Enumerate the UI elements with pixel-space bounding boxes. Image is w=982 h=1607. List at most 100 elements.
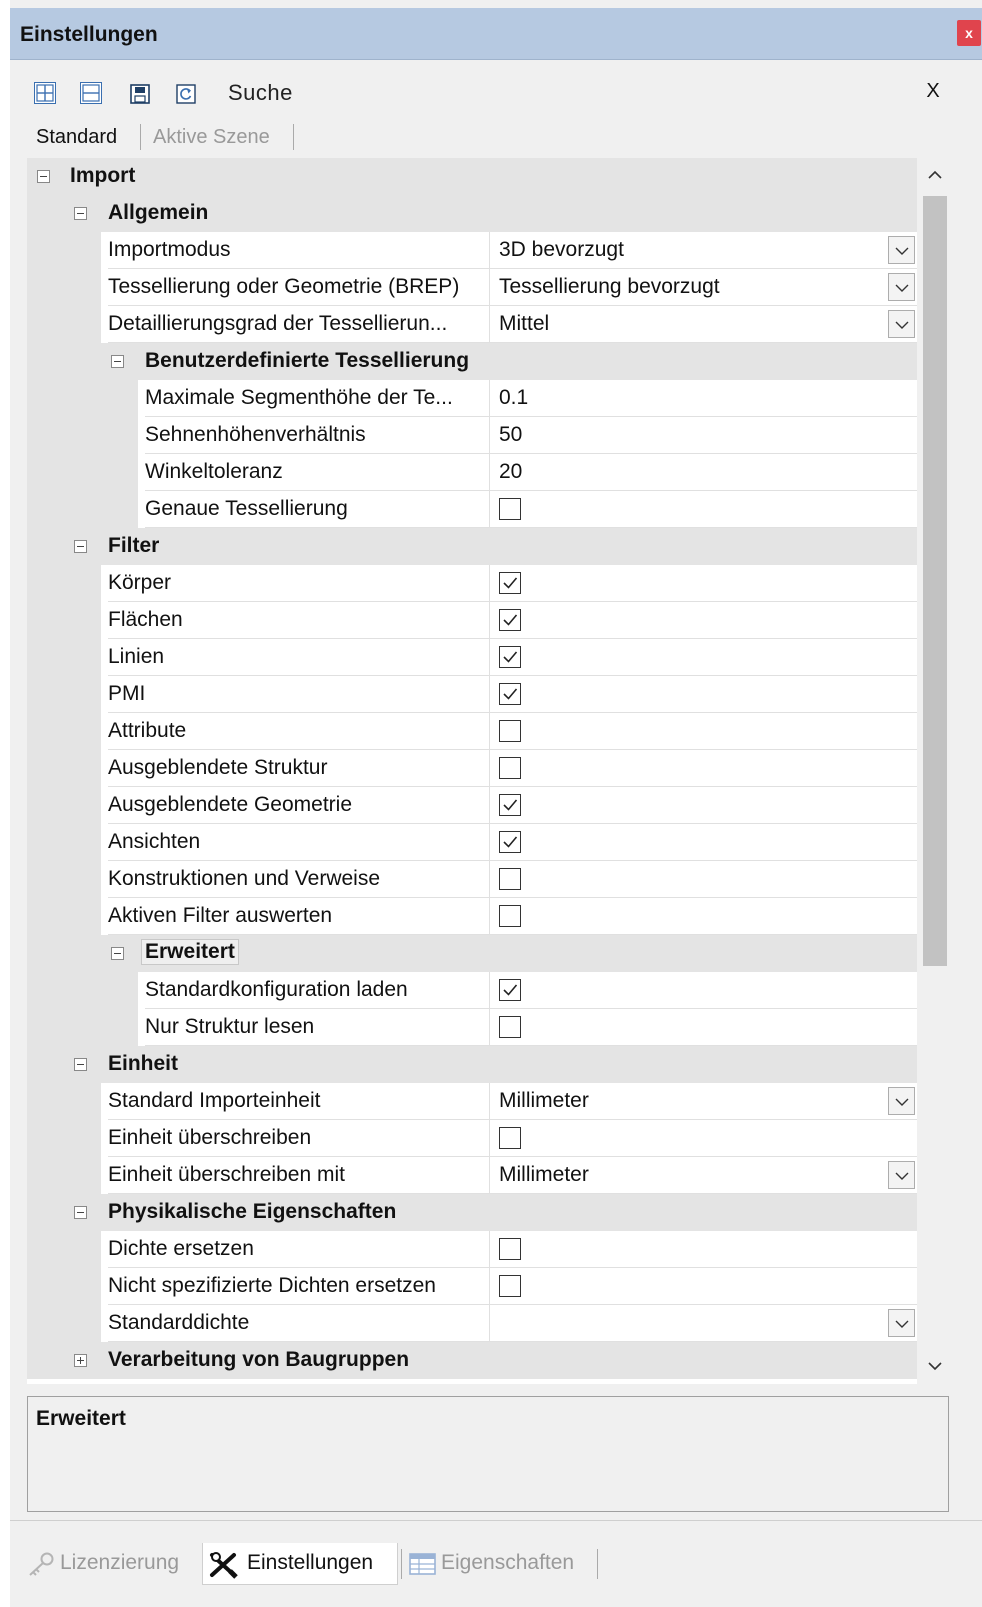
checkbox[interactable] bbox=[499, 868, 521, 890]
search-field[interactable]: Suche bbox=[228, 80, 293, 106]
tab-eigenschaften[interactable]: Eigenschaften bbox=[441, 1551, 574, 1575]
category-physikalische-eigenschaften[interactable]: Physikalische Eigenschaften bbox=[27, 1194, 917, 1231]
property-row[interactable]: PMI bbox=[27, 676, 917, 713]
property-value-text[interactable]: 50 bbox=[489, 417, 917, 454]
property-row[interactable]: Aktiven Filter auswerten bbox=[27, 898, 917, 935]
category-import[interactable]: Import bbox=[27, 158, 917, 195]
close-button[interactable]: x bbox=[957, 20, 981, 46]
scrollbar-thumb[interactable] bbox=[923, 196, 947, 966]
category-erweitert[interactable]: Erweitert bbox=[27, 935, 917, 972]
chevron-down-icon[interactable] bbox=[888, 273, 915, 301]
checkbox[interactable] bbox=[499, 1238, 521, 1260]
property-value-checkbox bbox=[489, 602, 917, 639]
checkbox[interactable] bbox=[499, 905, 521, 927]
property-row[interactable]: Attribute bbox=[27, 713, 917, 750]
property-value-checkbox bbox=[489, 639, 917, 676]
tab-standard[interactable]: Standard bbox=[36, 126, 117, 149]
collapse-toggle-icon[interactable] bbox=[111, 355, 124, 368]
property-value-dropdown[interactable]: Tessellierung bevorzugt bbox=[489, 269, 917, 306]
category-allgemein[interactable]: Allgemein bbox=[27, 195, 917, 232]
checkbox-checked[interactable] bbox=[499, 572, 521, 594]
checkbox[interactable] bbox=[499, 498, 521, 520]
property-standard-importeinheit[interactable]: Standard Importeinheit Millimeter bbox=[27, 1083, 917, 1120]
collapse-toggle-icon[interactable] bbox=[74, 1058, 87, 1071]
checkbox[interactable] bbox=[499, 1127, 521, 1149]
tab-active-scene[interactable]: Aktive Szene bbox=[153, 126, 270, 149]
property-row[interactable]: Ansichten bbox=[27, 824, 917, 861]
property-row[interactable]: Flächen bbox=[27, 602, 917, 639]
property-winkeltoleranz[interactable]: Winkeltoleranz 20 bbox=[27, 454, 917, 491]
property-einheit-ueberschreiben[interactable]: Einheit überschreiben bbox=[27, 1120, 917, 1157]
category-einheit[interactable]: Einheit bbox=[27, 1046, 917, 1083]
property-row[interactable]: Linien bbox=[27, 639, 917, 676]
tab-einstellungen[interactable]: Einstellungen bbox=[247, 1551, 373, 1575]
collapse-toggle-icon[interactable] bbox=[74, 1206, 87, 1219]
chevron-down-icon[interactable] bbox=[888, 1087, 915, 1115]
property-dichte-ersetzen[interactable]: Dichte ersetzen bbox=[27, 1231, 917, 1268]
property-value-dropdown[interactable]: Mittel bbox=[489, 306, 917, 343]
checkbox[interactable] bbox=[499, 757, 521, 779]
reset-icon[interactable] bbox=[174, 82, 196, 104]
property-name: Ansichten bbox=[108, 824, 489, 861]
chevron-down-icon[interactable] bbox=[888, 1161, 915, 1189]
checkbox-checked[interactable] bbox=[499, 609, 521, 631]
save-icon[interactable] bbox=[128, 82, 150, 104]
checkbox-checked[interactable] bbox=[499, 794, 521, 816]
property-sehnenhoehenverhaeltnis[interactable]: Sehnenhöhenverhältnis 50 bbox=[27, 417, 917, 454]
property-nicht-spezifizierte-dichten[interactable]: Nicht spezifizierte Dichten ersetzen bbox=[27, 1268, 917, 1305]
property-value-dropdown[interactable]: 3D bevorzugt bbox=[489, 232, 917, 269]
tab-lizenzierung[interactable]: Lizenzierung bbox=[60, 1551, 179, 1575]
property-einheit-ueberschreiben-mit[interactable]: Einheit überschreiben mit Millimeter bbox=[27, 1157, 917, 1194]
collapse-toggle-icon[interactable] bbox=[74, 540, 87, 553]
chevron-down-icon[interactable] bbox=[888, 310, 915, 338]
category-filter[interactable]: Filter bbox=[27, 528, 917, 565]
vertical-scrollbar[interactable] bbox=[917, 158, 953, 1384]
property-name: Ausgeblendete Geometrie bbox=[108, 787, 489, 824]
property-value-checkbox bbox=[489, 1120, 917, 1157]
property-name: Flächen bbox=[108, 602, 489, 639]
property-row[interactable]: Nur Struktur lesen bbox=[27, 1009, 917, 1046]
property-value-text[interactable]: 0.1 bbox=[489, 380, 917, 417]
checkbox[interactable] bbox=[499, 1275, 521, 1297]
collapse-toggle-icon[interactable] bbox=[74, 207, 87, 220]
chevron-down-icon[interactable] bbox=[888, 1309, 915, 1337]
checkbox-checked[interactable] bbox=[499, 979, 521, 1001]
property-tessellierung[interactable]: Tessellierung oder Geometrie (BREP) Tess… bbox=[27, 269, 917, 306]
property-name: Standarddichte bbox=[108, 1305, 489, 1342]
checkbox[interactable] bbox=[499, 1016, 521, 1038]
property-standarddichte[interactable]: Standarddichte bbox=[27, 1305, 917, 1342]
tab-divider bbox=[597, 1549, 598, 1579]
checkbox-checked[interactable] bbox=[499, 831, 521, 853]
clear-search-button[interactable]: X bbox=[922, 80, 944, 103]
checkbox-checked[interactable] bbox=[499, 646, 521, 668]
property-row[interactable]: Standardkonfiguration laden bbox=[27, 972, 917, 1009]
property-name: Ausgeblendete Struktur bbox=[108, 750, 489, 787]
property-row[interactable]: Körper bbox=[27, 565, 917, 602]
property-importmodus[interactable]: Importmodus 3D bevorzugt bbox=[27, 232, 917, 269]
property-value-dropdown[interactable]: Millimeter bbox=[489, 1157, 917, 1194]
category-verarbeitung-von-baugruppen[interactable]: Verarbeitung von Baugruppen bbox=[27, 1342, 917, 1379]
expand-all-icon[interactable] bbox=[34, 82, 56, 104]
dropdown-value: 3D bevorzugt bbox=[499, 238, 624, 261]
property-name: Konstruktionen und Verweise bbox=[108, 861, 489, 898]
property-row[interactable]: Ausgeblendete Geometrie bbox=[27, 787, 917, 824]
property-value-text[interactable]: 20 bbox=[489, 454, 917, 491]
property-value-dropdown[interactable] bbox=[489, 1305, 917, 1342]
collapse-all-icon[interactable] bbox=[80, 82, 102, 104]
property-row[interactable]: Konstruktionen und Verweise bbox=[27, 861, 917, 898]
scroll-up-icon[interactable] bbox=[917, 158, 953, 192]
property-row[interactable]: Ausgeblendete Struktur bbox=[27, 750, 917, 787]
checkbox-checked[interactable] bbox=[499, 683, 521, 705]
checkbox[interactable] bbox=[499, 720, 521, 742]
property-detaillierungsgrad[interactable]: Detaillierungsgrad der Tessellierun... M… bbox=[27, 306, 917, 343]
scroll-down-icon[interactable] bbox=[917, 1350, 953, 1384]
category-label: Einheit bbox=[108, 1052, 179, 1075]
chevron-down-icon[interactable] bbox=[888, 236, 915, 264]
property-segmenthoehe[interactable]: Maximale Segmenthöhe der Te... 0.1 bbox=[27, 380, 917, 417]
expand-toggle-icon[interactable] bbox=[74, 1354, 87, 1367]
collapse-toggle-icon[interactable] bbox=[37, 170, 50, 183]
property-value-dropdown[interactable]: Millimeter bbox=[489, 1083, 917, 1120]
category-benutzerdefinierte-tessellierung[interactable]: Benutzerdefinierte Tessellierung bbox=[27, 343, 917, 380]
collapse-toggle-icon[interactable] bbox=[111, 947, 124, 960]
property-genaue-tessellierung[interactable]: Genaue Tessellierung bbox=[27, 491, 917, 528]
